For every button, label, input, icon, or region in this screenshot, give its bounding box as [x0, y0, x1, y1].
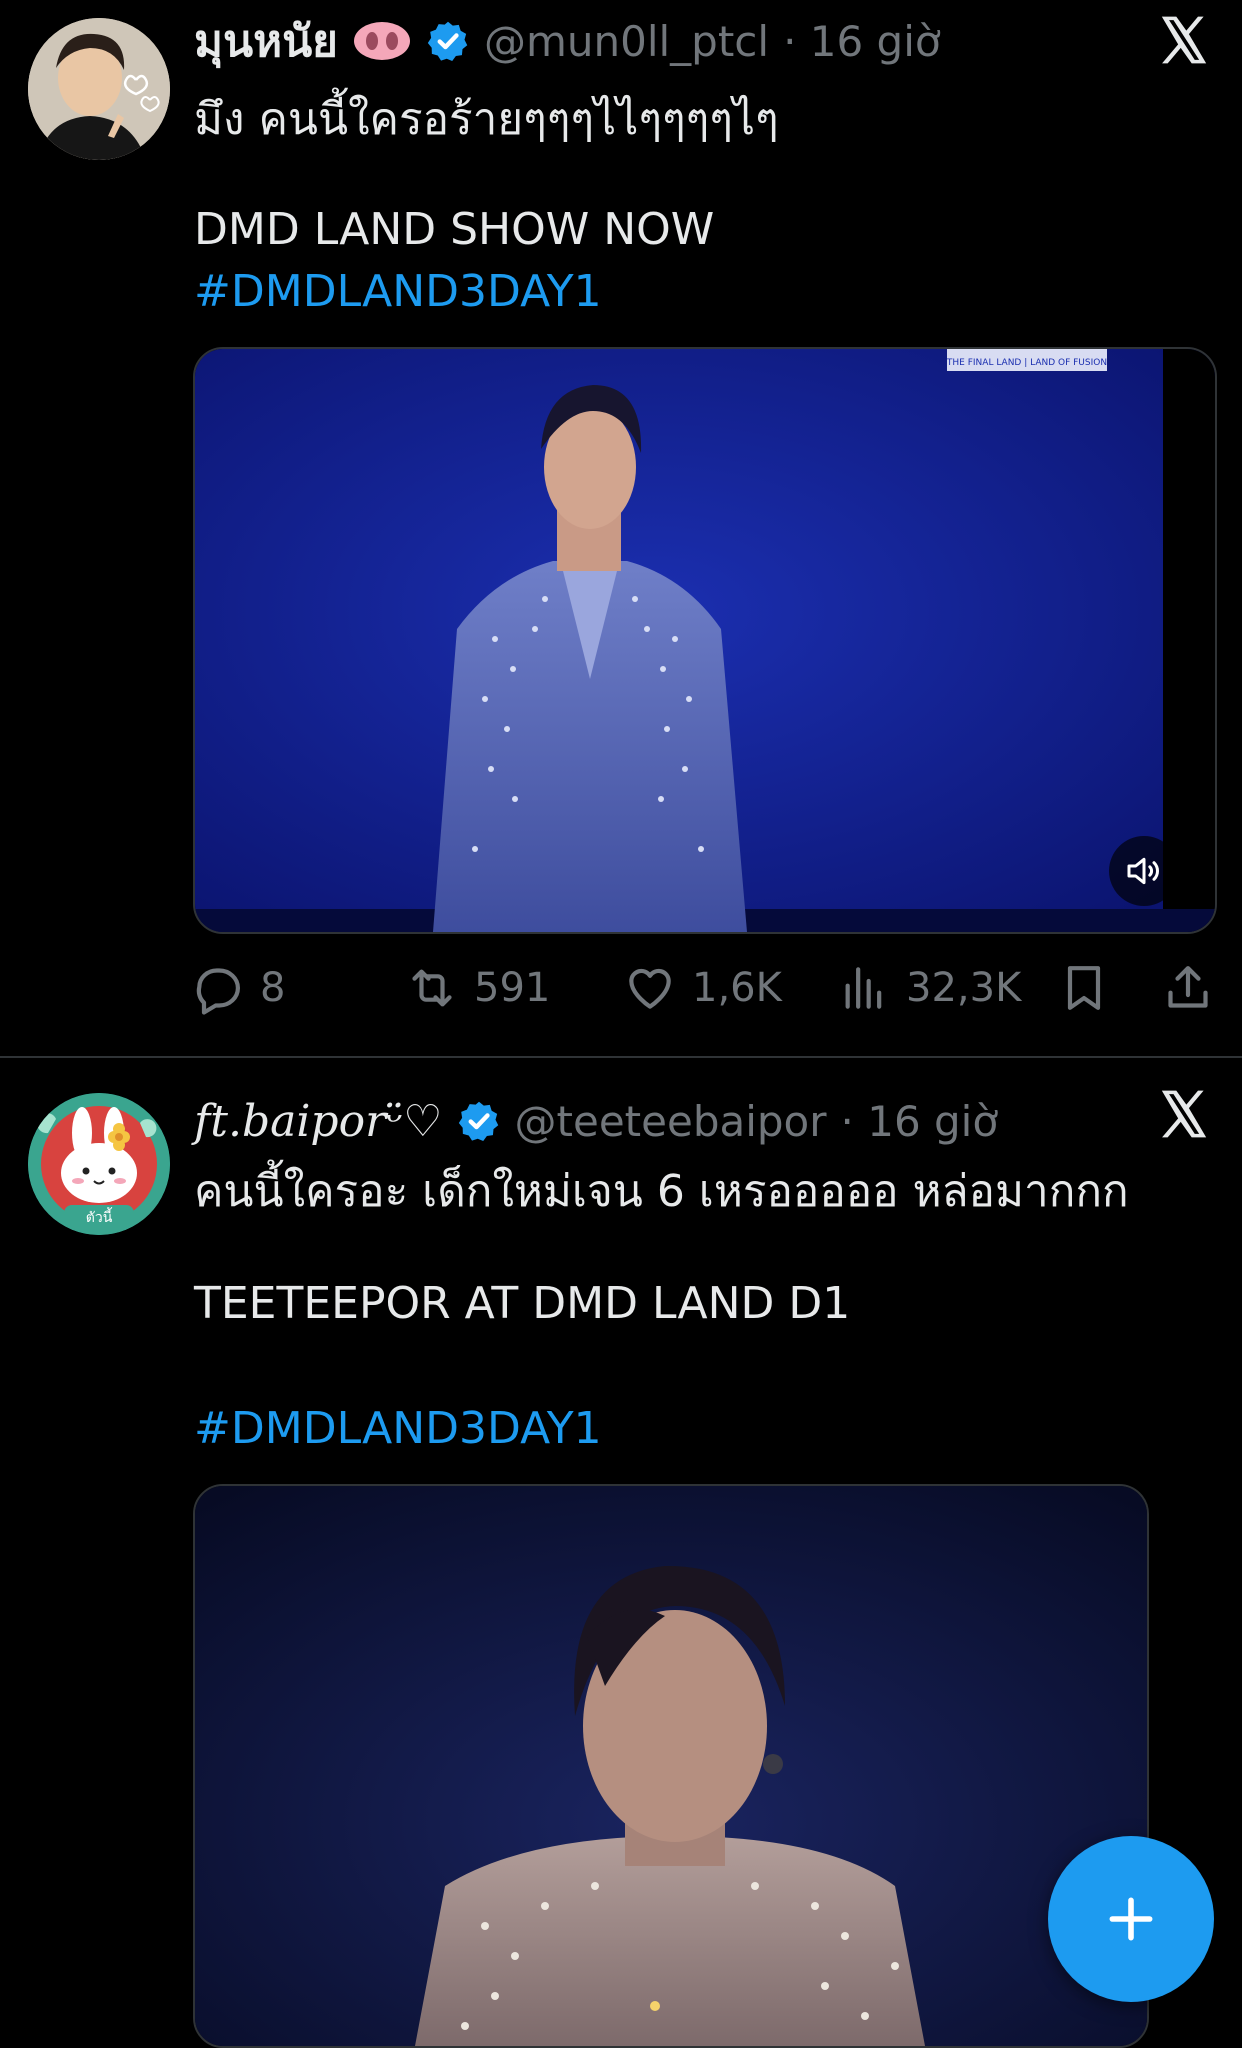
views-count: 32,3K: [906, 965, 1022, 1011]
reply-button[interactable]: 8: [190, 958, 285, 1018]
display-name[interactable]: มุนหนัย: [194, 6, 338, 76]
repost-count: 591: [474, 965, 551, 1011]
views-button[interactable]: 32,3K: [836, 958, 1021, 1018]
tweet-text-line-2: TEETEEPOR AT DMD LAND D1: [194, 1278, 851, 1329]
display-name[interactable]: ft.baiporᵕ̈♡: [194, 1096, 443, 1147]
bookmark-button[interactable]: [1056, 958, 1112, 1018]
timestamp[interactable]: · 16 giờ: [783, 17, 941, 66]
share-icon: [1168, 966, 1208, 1008]
handle[interactable]: @teeteebaipor: [515, 1097, 827, 1146]
video-media[interactable]: [193, 1484, 1149, 2048]
handle[interactable]: @mun0ll_ptcl: [484, 17, 769, 66]
x-logo-icon[interactable]: [1156, 12, 1212, 68]
tweet-1[interactable]: มุนหนัย @mun0ll_ptcl · 16 giờ มึง คนนี้ใ…: [0, 0, 1242, 1058]
timestamp[interactable]: · 16 giờ: [841, 1097, 999, 1146]
reply-count: 8: [260, 965, 286, 1011]
video-frame-image: THE FINAL LAND | LAND OF FUSION: [195, 349, 1215, 932]
avatar-1[interactable]: [28, 18, 170, 160]
volume-icon: [1127, 857, 1159, 885]
verified-badge-icon: [427, 21, 468, 61]
tweet-2[interactable]: ตัวนี้ ft.baiporᵕ̈♡ @teeteebaipor · 16 g…: [0, 1058, 1242, 2048]
compose-post-button[interactable]: [1048, 1836, 1214, 2002]
tweet-text-line-1: คนนี้ใครอะ เด็กใหม่เจน 6 เหรอออออ หล่อมา…: [194, 1166, 1129, 1217]
plus-icon: [1109, 1897, 1153, 1941]
video-frame-image: [195, 1486, 1147, 2046]
avatar-bunny-image: ตัวนี้: [28, 1093, 170, 1235]
reply-icon: [196, 968, 240, 1015]
tweet-1-header: มุนหนัย @mun0ll_ptcl · 16 giờ: [194, 8, 941, 74]
repost-button[interactable]: 591: [404, 958, 550, 1018]
like-button[interactable]: 1,6K: [622, 958, 782, 1018]
share-button[interactable]: [1160, 958, 1216, 1018]
pig-nose-emoji-icon: [353, 22, 410, 60]
views-icon: [845, 967, 882, 1009]
display-name-text: ft.baipor: [194, 1095, 387, 1147]
verified-badge-icon: [458, 1101, 498, 1141]
avatar-text: ตัวนี้: [86, 1207, 113, 1226]
hashtag-link[interactable]: #DMDLAND3DAY1: [194, 1403, 602, 1454]
tweet-text-line-1: มึง คนนี้ใครอร้ายๆๆๆไไๆๆๆๆไๆ: [194, 94, 779, 145]
like-count: 1,6K: [692, 965, 782, 1011]
bookmark-icon: [1067, 966, 1101, 1010]
repost-icon: [412, 969, 452, 1007]
tweet-1-actions: 8 591 1,6K 32,3K: [190, 958, 1220, 1018]
video-media[interactable]: THE FINAL LAND | LAND OF FUSION: [193, 347, 1217, 934]
x-logo-icon[interactable]: [1156, 1086, 1212, 1142]
like-icon: [629, 968, 671, 1009]
avatar-2[interactable]: ตัวนี้: [28, 1093, 170, 1235]
display-name-emoticon: ᵕ̈♡: [386, 1095, 443, 1147]
mute-button[interactable]: [1109, 836, 1179, 906]
hashtag-link[interactable]: #DMDLAND3DAY1: [194, 266, 602, 317]
video-watermark: THE FINAL LAND | LAND OF FUSION: [946, 358, 1107, 368]
avatar-photo-1: [28, 18, 170, 160]
tweet-text-line-2: DMD LAND SHOW NOW: [194, 204, 715, 255]
tweet-2-header: ft.baiporᵕ̈♡ @teeteebaipor · 16 giờ: [194, 1088, 998, 1154]
